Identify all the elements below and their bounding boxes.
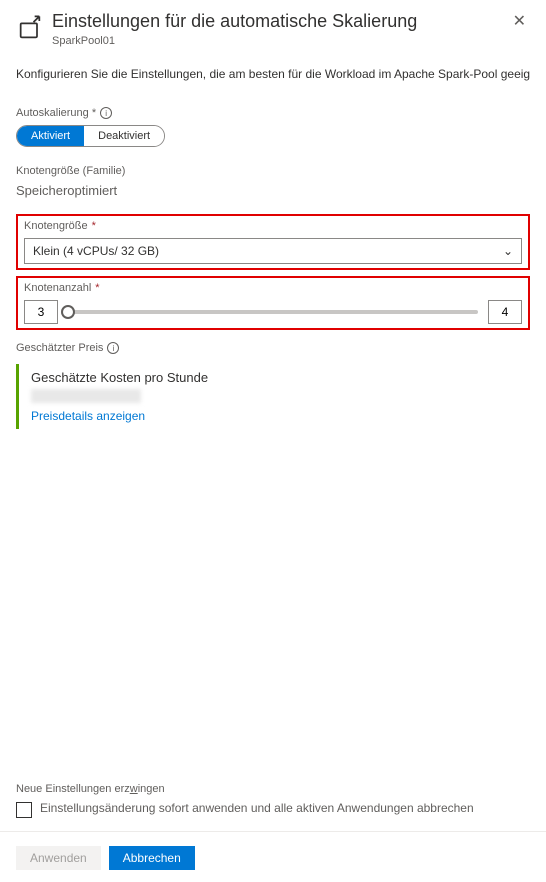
force-apply-checkbox[interactable]: [16, 802, 32, 818]
description-text: Konfigurieren Sie die Einstellungen, die…: [16, 67, 530, 81]
node-size-value: Klein (4 vCPUs/ 32 GB): [33, 244, 159, 258]
node-family-value: Speicheroptimiert: [16, 183, 530, 198]
autoscale-label-text: Autoskalierung *: [16, 107, 96, 119]
node-size-highlight: Knotengröße * Klein (4 vCPUs/ 32 GB) ⌄: [16, 214, 530, 270]
slider-thumb[interactable]: [61, 305, 75, 319]
cancel-button[interactable]: Abbrechen: [109, 846, 195, 870]
chevron-down-icon: ⌄: [503, 244, 513, 258]
footer-divider: [0, 831, 546, 832]
force-settings-label-text: Neue Einstellungen erzwingen: [16, 783, 165, 795]
required-asterisk: *: [95, 282, 99, 294]
price-value-blurred: [31, 389, 141, 403]
node-count-min-input[interactable]: [24, 300, 58, 324]
price-title: Geschätzte Kosten pro Stunde: [31, 370, 530, 385]
close-button[interactable]: ✕: [509, 10, 530, 34]
required-asterisk: *: [92, 220, 96, 232]
scale-icon: [16, 14, 44, 42]
node-count-slider[interactable]: [68, 310, 478, 314]
apply-button[interactable]: Anwenden: [16, 846, 101, 870]
force-settings-label: Neue Einstellungen erzwingen: [16, 783, 530, 795]
force-apply-label: Einstellungsänderung sofort anwenden und…: [40, 801, 530, 815]
node-count-highlight: Knotenanzahl *: [16, 276, 530, 330]
node-count-label-text: Knotenanzahl: [24, 282, 91, 294]
autoscale-label: Autoskalierung * i: [16, 107, 530, 119]
info-icon[interactable]: i: [107, 342, 119, 354]
node-family-label: Knotengröße (Familie): [16, 165, 530, 177]
price-details-link[interactable]: Preisdetails anzeigen: [31, 409, 530, 423]
node-size-label: Knotengröße *: [24, 220, 522, 232]
node-size-label-text: Knotengröße: [24, 220, 88, 232]
node-size-select[interactable]: Klein (4 vCPUs/ 32 GB) ⌄: [24, 238, 522, 264]
panel-subtitle: SparkPool01: [52, 35, 509, 47]
price-section: Geschätzte Kosten pro Stunde Preisdetail…: [16, 364, 530, 429]
autoscale-disabled-option[interactable]: Deaktiviert: [84, 126, 164, 146]
node-count-label: Knotenanzahl *: [24, 282, 522, 294]
autoscale-toggle[interactable]: Aktiviert Deaktiviert: [16, 125, 165, 147]
info-icon[interactable]: i: [100, 107, 112, 119]
node-count-max-input[interactable]: [488, 300, 522, 324]
autoscale-enabled-option[interactable]: Aktiviert: [17, 126, 84, 146]
price-label-text: Geschätzter Preis: [16, 342, 103, 354]
price-label: Geschätzter Preis i: [16, 342, 530, 354]
panel-title: Einstellungen für die automatische Skali…: [52, 10, 509, 33]
